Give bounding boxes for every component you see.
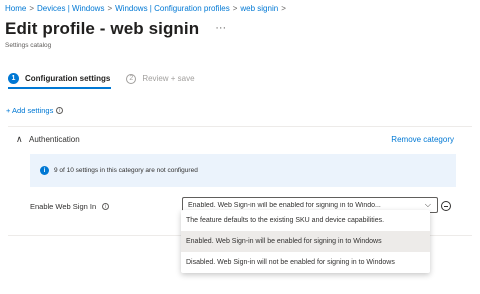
breadcrumb-separator-icon: >	[107, 4, 113, 13]
breadcrumb-separator-icon: >	[29, 4, 35, 13]
step-number-badge: 1	[8, 73, 19, 84]
add-settings-label: + Add settings	[6, 106, 54, 115]
step-configuration-settings[interactable]: 1 Configuration settings	[8, 73, 110, 84]
dropdown-option[interactable]: Disabled. Web Sign-in will not be enable…	[181, 252, 430, 273]
setting-label: Enable Web Sign In i	[30, 202, 110, 211]
step-label: Review + save	[142, 74, 195, 83]
wizard-steps: 1 Configuration settings 2 Review + save	[8, 73, 195, 84]
step-review-save[interactable]: 2 Review + save	[126, 73, 195, 84]
dropdown-option-selected[interactable]: Enabled. Web Sign-in will be enabled for…	[181, 231, 430, 252]
banner-text: 9 of 10 settings in this category are no…	[54, 167, 198, 174]
breadcrumb-web-signin[interactable]: web signin	[240, 4, 278, 13]
info-icon[interactable]: i	[102, 203, 110, 210]
add-settings-link[interactable]: + Add settings i	[6, 106, 64, 115]
chevron-up-icon[interactable]: ∧	[16, 134, 23, 145]
dropdown-option[interactable]: The feature defaults to the existing SKU…	[181, 210, 430, 231]
breadcrumb-home[interactable]: Home	[5, 4, 26, 13]
category-title: Authentication	[29, 135, 80, 144]
breadcrumb-separator-icon: >	[281, 4, 286, 13]
breadcrumb-separator-icon: >	[232, 4, 238, 13]
breadcrumb: Home > Devices | Windows > Windows | Configu…	[5, 4, 289, 13]
info-icon[interactable]: i	[56, 107, 64, 114]
dropdown-options-list: The feature defaults to the existing SKU…	[181, 210, 430, 273]
breadcrumb-configuration-profiles[interactable]: Windows | Configuration profiles	[115, 4, 230, 13]
remove-setting-icon[interactable]	[441, 201, 451, 211]
info-filled-icon: i	[40, 166, 49, 175]
breadcrumb-devices-windows[interactable]: Devices | Windows	[37, 4, 104, 13]
title-row: Edit profile - web signin ···	[5, 19, 226, 39]
setting-label-text: Enable Web Sign In	[30, 202, 97, 211]
page-subtitle: Settings catalog	[5, 42, 52, 49]
active-step-underline	[8, 87, 111, 89]
more-options-icon[interactable]: ···	[215, 22, 226, 34]
dropdown-selected-value: Enabled. Web Sign-in will be enabled for…	[188, 201, 381, 209]
page-title: Edit profile - web signin	[5, 19, 200, 38]
step-label: Configuration settings	[25, 74, 111, 83]
remove-category-link[interactable]: Remove category	[391, 135, 454, 144]
chevron-down-icon[interactable]: ⌵	[425, 200, 431, 210]
step-number-badge: 2	[126, 73, 137, 84]
info-banner: i 9 of 10 settings in this category are …	[30, 154, 456, 187]
